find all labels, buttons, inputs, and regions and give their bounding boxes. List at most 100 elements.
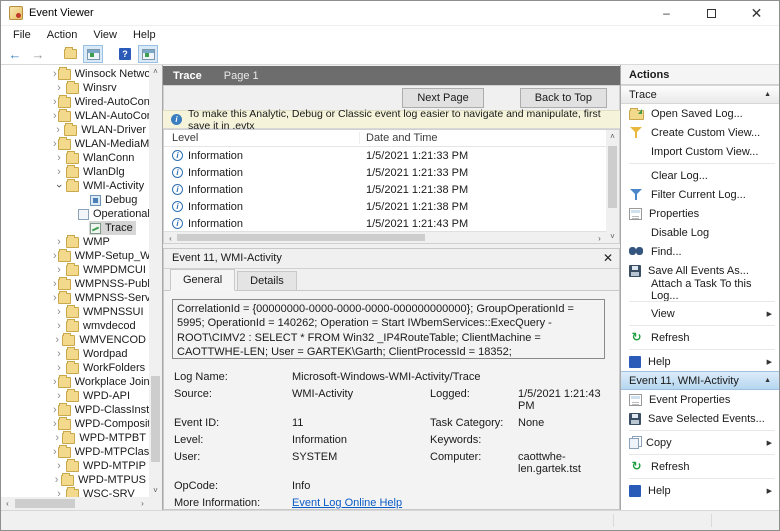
- action-item[interactable]: Filter Current Log...: [621, 185, 779, 204]
- maximize-button[interactable]: [689, 1, 734, 25]
- action-item[interactable]: Find...: [621, 242, 779, 261]
- tree-item[interactable]: Wordpad: [1, 347, 149, 361]
- action-item[interactable]: Create Custom View...: [621, 123, 779, 142]
- actions-section-trace[interactable]: Trace ▲: [621, 85, 779, 104]
- expander-icon[interactable]: [53, 180, 65, 192]
- event-row[interactable]: i Information 1/5/2021 1:21:38 PM: [164, 198, 606, 215]
- tree-item[interactable]: Wired-AutoConf: [1, 95, 149, 109]
- next-page-button[interactable]: Next Page: [402, 88, 483, 108]
- menu-item[interactable]: Help: [125, 27, 164, 43]
- tree-item[interactable]: WSC-SRV: [1, 487, 149, 497]
- tree-item[interactable]: Winsock Networ: [1, 67, 149, 81]
- tree-item[interactable]: WMPNSSUI: [1, 305, 149, 319]
- menu-item[interactable]: File: [5, 27, 39, 43]
- expander-icon[interactable]: [53, 264, 65, 276]
- tree-item[interactable]: WPD-MTPUS: [1, 473, 149, 487]
- expander-icon[interactable]: [53, 362, 65, 374]
- scroll-up-icon[interactable]: ˄: [606, 130, 619, 143]
- expander-icon[interactable]: [53, 152, 65, 164]
- action-item[interactable]: Open Saved Log...: [621, 104, 779, 123]
- expander-icon[interactable]: [53, 334, 61, 346]
- tree-item[interactable]: WlanDlg: [1, 165, 149, 179]
- tree-item[interactable]: WPD-Composite: [1, 417, 149, 431]
- back-button[interactable]: ←: [5, 45, 25, 63]
- expander-icon[interactable]: [53, 166, 65, 178]
- column-datetime[interactable]: Date and Time: [360, 132, 606, 144]
- expander-icon[interactable]: [53, 124, 63, 136]
- close-button[interactable]: ✕: [734, 1, 779, 25]
- action-item[interactable]: Event Properties: [621, 390, 779, 409]
- tab-details[interactable]: Details: [237, 271, 297, 290]
- tree-item[interactable]: WMVENCOD: [1, 333, 149, 347]
- tree-item[interactable]: WlanConn: [1, 151, 149, 165]
- tree-item[interactable]: WMPNSS-Public: [1, 277, 149, 291]
- tree-item[interactable]: Workplace Join: [1, 375, 149, 389]
- action-pane-toggle-button[interactable]: [138, 45, 158, 63]
- action-item[interactable]: Save Selected Events...: [621, 409, 779, 428]
- action-item[interactable]: Copy: [621, 433, 779, 452]
- list-vertical-scrollbar[interactable]: ˄ ˅: [606, 130, 619, 243]
- action-item[interactable]: Clear Log...: [621, 166, 779, 185]
- close-detail-icon[interactable]: ✕: [603, 251, 613, 265]
- tab-general[interactable]: General: [170, 269, 235, 291]
- tree-item[interactable]: wmvdecod: [1, 319, 149, 333]
- event-row[interactable]: i Information 1/5/2021 1:21:33 PM: [164, 164, 606, 181]
- action-item[interactable]: Refresh: [621, 328, 779, 347]
- event-row[interactable]: i Information 1/5/2021 1:21:38 PM: [164, 181, 606, 198]
- expander-icon[interactable]: [53, 474, 60, 486]
- open-button[interactable]: [60, 45, 80, 63]
- tree-item[interactable]: WPD-MTPIP: [1, 459, 149, 473]
- tree-item[interactable]: WMPDMCUI: [1, 263, 149, 277]
- expander-icon[interactable]: [53, 348, 65, 360]
- help-button[interactable]: ?: [115, 45, 135, 63]
- tree-item[interactable]: Trace: [1, 221, 149, 235]
- tree-item[interactable]: Winsrv: [1, 81, 149, 95]
- expander-icon[interactable]: [53, 82, 65, 94]
- event-description[interactable]: CorrelationId = {00000000-0000-0000-0000…: [172, 299, 605, 359]
- column-level[interactable]: Level: [164, 132, 360, 144]
- tree-item[interactable]: WMP-Setup_WM: [1, 249, 149, 263]
- action-item[interactable]: Properties: [621, 204, 779, 223]
- expander-icon[interactable]: [53, 460, 65, 472]
- tree-item[interactable]: WPD-API: [1, 389, 149, 403]
- scroll-left-icon[interactable]: ‹: [1, 497, 14, 510]
- tree-item[interactable]: WMPNSS-Servic: [1, 291, 149, 305]
- event-row[interactable]: i Information 1/5/2021 1:21:33 PM: [164, 147, 606, 164]
- tree-vertical-scrollbar[interactable]: ˄ ˅: [149, 65, 162, 497]
- expander-icon[interactable]: [53, 306, 65, 318]
- tree-item[interactable]: WorkFolders: [1, 361, 149, 375]
- scroll-right-icon[interactable]: ›: [136, 497, 149, 510]
- action-item[interactable]: Refresh: [621, 457, 779, 476]
- forward-button[interactable]: →: [28, 45, 48, 63]
- action-item[interactable]: View: [621, 304, 779, 323]
- tree-item[interactable]: Debug: [1, 193, 149, 207]
- event-row[interactable]: i Information 1/5/2021 1:21:43 PM: [164, 215, 606, 232]
- tree-item[interactable]: Operational: [1, 207, 149, 221]
- scroll-up-icon[interactable]: ˄: [149, 65, 162, 78]
- menu-item[interactable]: Action: [39, 27, 86, 43]
- back-to-top-button[interactable]: Back to Top: [520, 88, 607, 108]
- minimize-button[interactable]: –: [644, 1, 689, 25]
- tree-item[interactable]: WMP: [1, 235, 149, 249]
- event-log-online-help-link[interactable]: Event Log Online Help: [292, 497, 402, 509]
- expander-icon[interactable]: [53, 236, 65, 248]
- tree-item[interactable]: WLAN-MediaMa: [1, 137, 149, 151]
- scroll-right-icon[interactable]: ›: [593, 232, 606, 244]
- action-item[interactable]: Disable Log: [621, 223, 779, 242]
- menu-item[interactable]: View: [85, 27, 125, 43]
- action-item[interactable]: Import Custom View...: [621, 142, 779, 161]
- tree-item[interactable]: WPD-MTPClassD: [1, 445, 149, 459]
- console-tree-toggle-button[interactable]: [83, 45, 103, 63]
- tree-item[interactable]: WLAN-Driver: [1, 123, 149, 137]
- expander-icon[interactable]: [53, 488, 65, 497]
- tree-item[interactable]: WPD-MTPBT: [1, 431, 149, 445]
- tree-item[interactable]: WLAN-AutoConf: [1, 109, 149, 123]
- scroll-left-icon[interactable]: ‹: [164, 232, 177, 244]
- scroll-down-icon[interactable]: ˅: [606, 230, 619, 243]
- action-item[interactable]: Attach a Task To this Log...: [621, 280, 779, 299]
- scroll-down-icon[interactable]: ˅: [149, 484, 162, 497]
- expander-icon[interactable]: [53, 320, 65, 332]
- tree-item[interactable]: WPD-ClassInstal: [1, 403, 149, 417]
- tree-item[interactable]: WMI-Activity: [1, 179, 149, 193]
- collapse-icon[interactable]: ▲: [764, 91, 771, 98]
